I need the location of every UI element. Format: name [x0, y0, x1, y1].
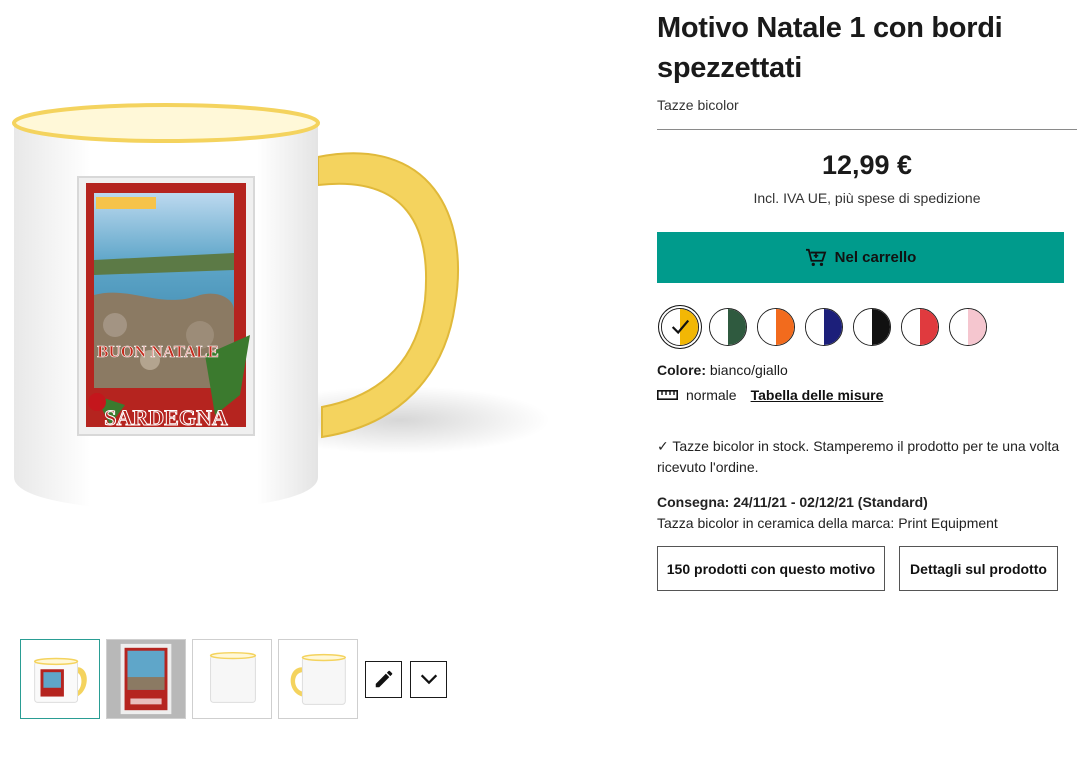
more-views-button[interactable]	[410, 660, 447, 698]
product-category: Tazze bicolor	[657, 97, 739, 113]
divider	[657, 129, 1077, 130]
stock-info: ✓ Tazze bicolor in stock. Stamperemo il …	[657, 436, 1077, 478]
stock-text: Tazze bicolor in stock. Stamperemo il pr…	[657, 438, 1060, 475]
color-label: Colore:	[657, 362, 706, 378]
mug-print-line1: BUON NATALE	[97, 342, 219, 361]
delivery-date: Consegna: 24/11/21 - 02/12/21 (Standard)	[657, 494, 928, 510]
product-price: 12,99 €	[821, 150, 913, 180]
pencil-icon	[373, 668, 395, 690]
thumbnail-mug-side[interactable]	[278, 639, 358, 719]
product-image[interactable]: BUON NATALE SARDEGNA	[0, 95, 560, 525]
thumbnail-mug-front[interactable]	[20, 639, 100, 719]
size-chart-link[interactable]: Tabella delle misure	[751, 387, 884, 403]
edit-design-button[interactable]	[365, 660, 402, 698]
thumbnail-design[interactable]	[106, 639, 186, 719]
delivery-info: Consegna: 24/11/21 - 02/12/21 (Standard)…	[657, 492, 1077, 534]
size-value: normale	[686, 387, 737, 403]
color-swatches	[661, 308, 997, 346]
selected-color: Colore: bianco/giallo	[657, 362, 788, 378]
swatch-bianco-verde[interactable]	[709, 308, 747, 346]
motif-products-button[interactable]: 150 prodotti con questo motivo	[657, 546, 885, 591]
swatch-bianco-nero[interactable]	[853, 308, 891, 346]
color-value: bianco/giallo	[709, 362, 788, 378]
brand-info: Tazza bicolor in ceramica della marca: P…	[657, 515, 998, 531]
add-to-cart-button[interactable]: Nel carrello	[657, 232, 1064, 283]
cart-icon	[805, 248, 827, 268]
swatch-bianco-blu[interactable]	[805, 308, 843, 346]
price-note: Incl. IVA UE, più spese di spedizione	[753, 190, 981, 206]
size-row: normale Tabella delle misure	[657, 387, 883, 403]
product-title: Motivo Natale 1 con bordi spezzettati	[657, 12, 1003, 84]
chevron-down-icon	[418, 668, 440, 690]
thumbnail-mug-back[interactable]	[192, 639, 272, 719]
checkmark-icon: ✓	[657, 438, 669, 454]
ruler-icon	[657, 390, 678, 400]
swatch-bianco-arancione[interactable]	[757, 308, 795, 346]
swatch-bianco-giallo[interactable]	[661, 308, 699, 346]
swatch-bianco-rosa[interactable]	[949, 308, 987, 346]
thumbnail-strip	[20, 639, 454, 719]
swatch-bianco-rosso[interactable]	[901, 308, 939, 346]
check-icon	[662, 309, 698, 345]
product-details-button[interactable]: Dettagli sul prodotto	[899, 546, 1058, 591]
add-to-cart-label: Nel carrello	[834, 249, 917, 266]
mug-print-line2: SARDEGNA	[104, 405, 228, 430]
